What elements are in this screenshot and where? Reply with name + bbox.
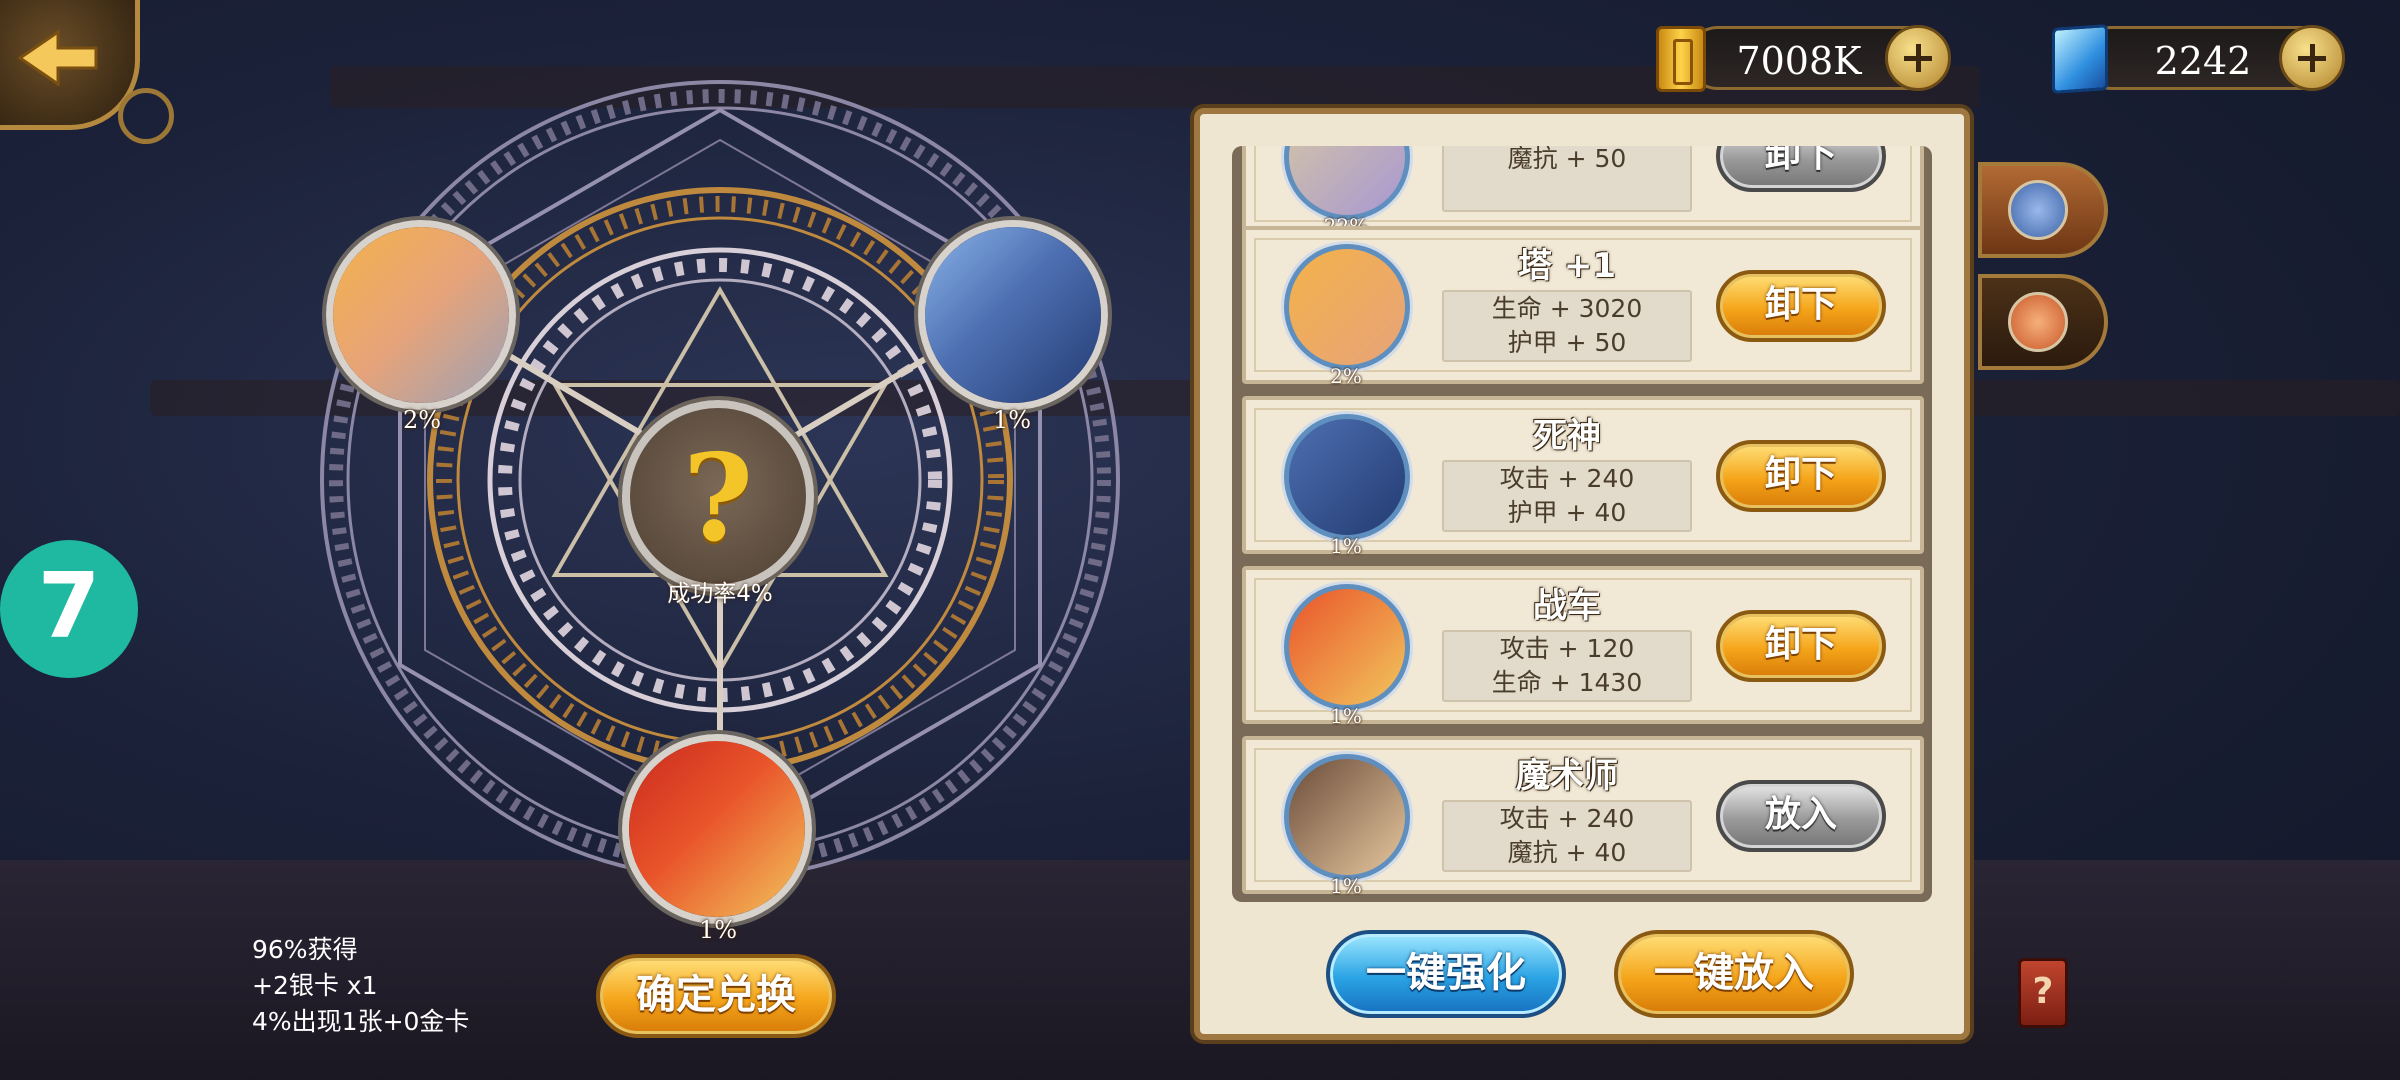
card-avatar: [1284, 244, 1410, 370]
card-percent: 1%: [1330, 534, 1362, 558]
card-percent: 1%: [1330, 874, 1362, 898]
result-slot: ?: [622, 400, 814, 592]
add-gold-button[interactable]: [1885, 25, 1951, 91]
card-list[interactable]: 22% 魔抗 + 50 卸下 2% 塔 +1 生命 + 3020 护甲 + 50…: [1232, 146, 1932, 902]
card-stat-line: 攻击 + 240: [1499, 464, 1635, 493]
gold-counter: 7008K: [1686, 25, 1951, 91]
info-line: 4%出现1张+0金卡: [252, 1007, 470, 1036]
card-name: 塔 +1: [1518, 246, 1616, 286]
remove-button[interactable]: 卸下: [1716, 610, 1886, 682]
card-stats: 攻击 + 240 魔抗 + 40: [1442, 800, 1692, 872]
confirm-exchange-button[interactable]: 确定兑换: [596, 954, 836, 1038]
place-button[interactable]: 放入: [1716, 780, 1886, 852]
side-tab-silver[interactable]: [1978, 162, 2108, 258]
card-stat-line: 魔抗 + 40: [1507, 838, 1627, 867]
card-name: 战车: [1533, 586, 1601, 626]
info-line: +2银卡 x1: [252, 971, 378, 1000]
enhance-all-button[interactable]: 一键强化: [1326, 930, 1566, 1018]
card-avatar: [1284, 414, 1410, 540]
card-percent: 2%: [1330, 364, 1362, 388]
card-avatar: [1284, 754, 1410, 880]
gem-counter: 2242: [2080, 25, 2345, 91]
card-row: 1% 战车 攻击 + 120 生命 + 1430 卸下: [1242, 566, 1924, 728]
floating-badge-number: 7: [37, 554, 101, 659]
slot-percent-death: 1%: [992, 406, 1032, 434]
blue-gem-icon: [2052, 24, 2108, 94]
gem-value: 2242: [2154, 39, 2252, 83]
card-stat-line: 魔抗 + 50: [1507, 146, 1627, 173]
card-stat-line: 护甲 + 40: [1507, 498, 1627, 527]
card-percent: 1%: [1330, 704, 1362, 728]
card-stat-line: 生命 + 1430: [1491, 668, 1643, 697]
slot-percent-chariot: 1%: [698, 916, 738, 944]
chariot-card-art: [629, 741, 805, 917]
back-ring-decoration: [118, 88, 174, 144]
remove-button[interactable]: 卸下: [1716, 270, 1886, 342]
gold-coin-icon: [1656, 26, 1706, 92]
card-stats: 魔抗 + 50: [1442, 146, 1692, 212]
add-gem-button[interactable]: [2279, 25, 2345, 91]
card-avatar: [1284, 584, 1410, 710]
question-mark-icon: ?: [682, 428, 754, 569]
card-stat-line: 护甲 + 50: [1507, 328, 1627, 357]
exchange-info: 96%获得 +2银卡 x1 4%出现1张+0金卡: [252, 932, 469, 1040]
remove-button[interactable]: 卸下: [1716, 146, 1886, 192]
card-row: 1% 死神 攻击 + 240 护甲 + 40 卸下: [1242, 396, 1924, 558]
slot-percent-tower: 2%: [402, 406, 442, 434]
slot-portrait-death[interactable]: [918, 220, 1108, 410]
help-book-button[interactable]: [2018, 958, 2068, 1028]
card-row: 22% 魔抗 + 50 卸下: [1242, 146, 1924, 238]
death-card-art: [925, 227, 1101, 403]
remove-button[interactable]: 卸下: [1716, 440, 1886, 512]
info-line: 96%获得: [252, 935, 358, 964]
card-row: 2% 塔 +1 生命 + 3020 护甲 + 50 卸下: [1242, 226, 1924, 388]
slot-portrait-chariot[interactable]: [622, 734, 812, 924]
card-stat-line: 攻击 + 120: [1499, 634, 1635, 663]
floating-assistant-badge[interactable]: 7: [0, 540, 138, 678]
card-name: 死神: [1533, 416, 1601, 456]
card-stat-line: 生命 + 3020: [1491, 294, 1643, 323]
place-all-button[interactable]: 一键放入: [1614, 930, 1854, 1018]
tower-card-art: [333, 227, 509, 403]
card-row: 1% 魔术师 攻击 + 240 魔抗 + 40 放入: [1242, 736, 1924, 898]
card-stats: 攻击 + 240 护甲 + 40: [1442, 460, 1692, 532]
success-rate-label: 成功率4%: [667, 581, 773, 607]
back-arrow-icon: [18, 29, 98, 87]
card-stats: 生命 + 3020 护甲 + 50: [1442, 290, 1692, 362]
slot-portrait-tower[interactable]: [326, 220, 516, 410]
card-stats: 攻击 + 120 生命 + 1430: [1442, 630, 1692, 702]
blue-star-icon: [2008, 180, 2068, 240]
card-name: 魔术师: [1516, 756, 1618, 796]
card-stat-line: 攻击 + 240: [1499, 804, 1635, 833]
side-tab-gold[interactable]: [1978, 274, 2108, 370]
gold-value: 7008K: [1736, 39, 1862, 83]
orange-star-icon: [2008, 292, 2068, 352]
